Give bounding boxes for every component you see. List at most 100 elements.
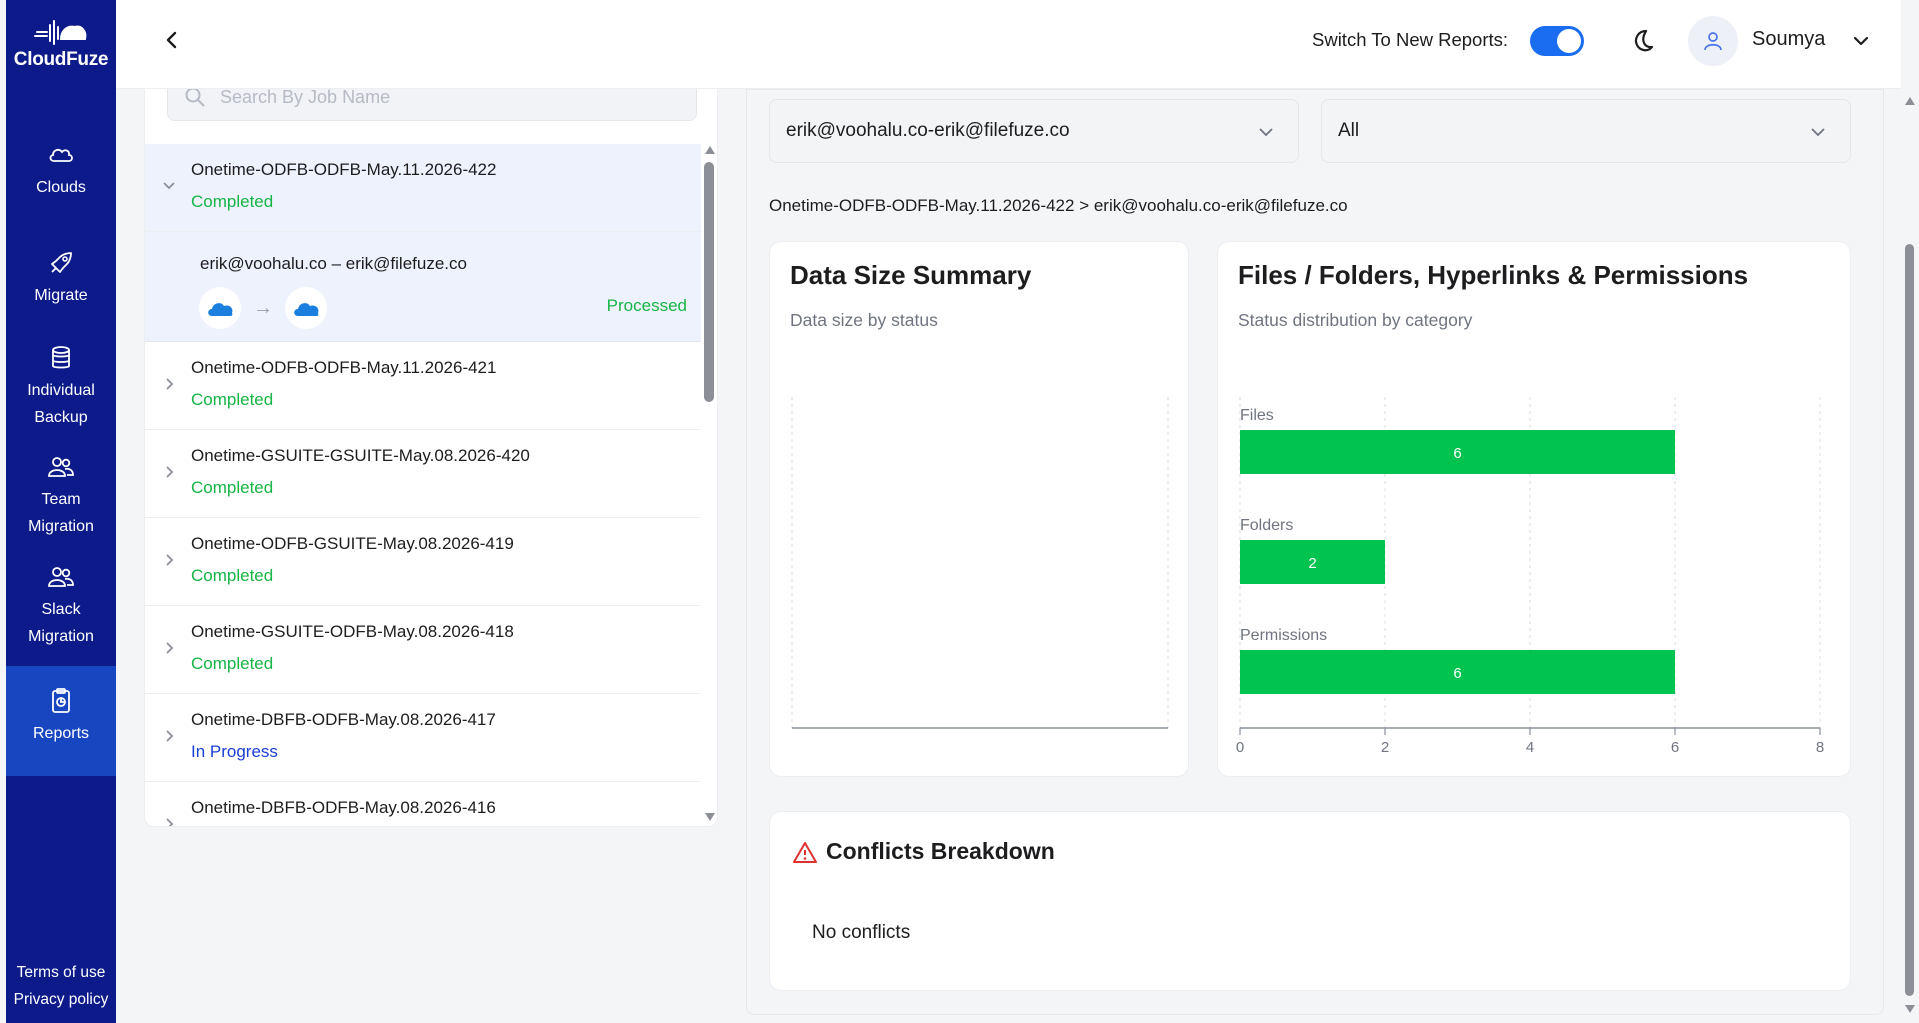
job-status: Completed xyxy=(191,478,274,497)
page-scrollbar[interactable] xyxy=(1901,89,1919,1023)
status-bar-chart: 0 2 4 6 8 Files 6 Folders 2 Permissions 6 xyxy=(1236,397,1824,756)
sidebar-item-label: Individual Backup xyxy=(27,382,95,426)
chevron-down-icon xyxy=(1259,128,1273,137)
chevron-right-icon[interactable] xyxy=(161,816,177,827)
job-status: In Progress xyxy=(191,742,278,761)
privacy-link[interactable]: Privacy policy xyxy=(6,986,116,1013)
category-select[interactable]: All xyxy=(1321,99,1851,163)
job-name: Onetime-ODFB-ODFB-May.11.2026-422 xyxy=(191,160,497,179)
cloud-icon xyxy=(49,148,73,162)
cloudfuze-logo[interactable]: CloudFuze xyxy=(6,0,116,88)
report-content: erik@voohalu.co-erik@filefuze.co All One… xyxy=(746,89,1884,1015)
top-bar: Switch To New Reports: Soumya xyxy=(116,0,1901,89)
job-list-panel: Search By Job Name Onetime-ODFB-ODFB-May… xyxy=(144,89,718,827)
onedrive-icon xyxy=(294,303,319,316)
sidebar-item-label: Slack Migration xyxy=(28,601,94,645)
destination-cloud-badge xyxy=(285,287,327,329)
job-status: Completed xyxy=(191,192,274,211)
bar-value-label: 6 xyxy=(1453,665,1461,682)
category-value: All xyxy=(1338,120,1360,141)
report-icon xyxy=(52,688,70,713)
bar-value-label: 6 xyxy=(1453,445,1461,462)
rocket-icon xyxy=(51,252,72,273)
breadcrumb: Onetime-ODFB-ODFB-May.11.2026-422 > erik… xyxy=(769,196,1348,215)
scroll-up-icon[interactable] xyxy=(1905,97,1915,105)
job-row[interactable]: Onetime-DBFB-ODFB-May.08.2026-416 xyxy=(145,782,701,827)
conflicts-breakdown-card: Conflicts Breakdown No conflicts xyxy=(769,811,1851,991)
data-size-summary-card: Data Size Summary Data size by status xyxy=(769,241,1189,777)
job-status: Completed xyxy=(191,390,274,409)
dark-mode-icon[interactable] xyxy=(1628,27,1656,55)
search-icon xyxy=(185,89,205,107)
scroll-down-icon[interactable] xyxy=(705,813,715,821)
data-size-chart xyxy=(791,397,1169,729)
team-icon xyxy=(48,567,74,587)
job-name: Onetime-DBFB-ODFB-May.08.2026-417 xyxy=(191,710,496,729)
chevron-right-icon[interactable] xyxy=(161,376,177,392)
sidebar-item-clouds[interactable]: Clouds xyxy=(6,140,116,201)
job-row[interactable]: Onetime-ODFB-GSUITE-May.08.2026-419 Comp… xyxy=(145,518,701,606)
chevron-right-icon[interactable] xyxy=(161,464,177,480)
job-list: Onetime-ODFB-ODFB-May.11.2026-422 Comple… xyxy=(145,144,701,827)
job-row[interactable]: Onetime-ODFB-ODFB-May.11.2026-422 Comple… xyxy=(145,144,701,232)
user-pair-value: erik@voohalu.co-erik@filefuze.co xyxy=(786,120,1070,141)
user-pair-select[interactable]: erik@voohalu.co-erik@filefuze.co xyxy=(769,99,1299,163)
sidebar-item-team-migration[interactable]: Team Migration xyxy=(6,452,116,540)
sidebar-footer: Terms of use Privacy policy xyxy=(6,959,116,1013)
job-status: Completed xyxy=(191,566,274,585)
x-tick-label: 4 xyxy=(1526,739,1534,756)
category-label: Permissions xyxy=(1240,627,1327,644)
job-name: Onetime-ODFB-ODFB-May.11.2026-421 xyxy=(191,358,497,377)
bar-value-label: 2 xyxy=(1308,555,1316,572)
chevron-right-icon[interactable] xyxy=(161,640,177,656)
job-row[interactable]: Onetime-ODFB-ODFB-May.11.2026-421 Comple… xyxy=(145,342,701,430)
scroll-thumb[interactable] xyxy=(1905,244,1914,996)
job-search-input[interactable]: Search By Job Name xyxy=(167,89,697,121)
job-list-scrollbar[interactable] xyxy=(701,144,717,826)
warning-icon xyxy=(793,842,817,863)
x-tick-label: 2 xyxy=(1381,739,1389,756)
search-placeholder: Search By Job Name xyxy=(220,89,391,107)
logo-mark-icon xyxy=(34,20,87,45)
job-row[interactable]: Onetime-DBFB-ODFB-May.08.2026-417 In Pro… xyxy=(145,694,701,782)
switch-reports-label: Switch To New Reports: xyxy=(1312,29,1509,50)
no-conflicts-message: No conflicts xyxy=(812,922,911,943)
user-icon xyxy=(1704,32,1722,51)
team-icon xyxy=(48,457,74,477)
job-name: Onetime-GSUITE-GSUITE-May.08.2026-420 xyxy=(191,446,530,465)
sidebar-item-label: Reports xyxy=(32,725,90,742)
chevron-down-icon[interactable] xyxy=(161,178,177,194)
sidebar-item-individual-backup[interactable]: Individual Backup xyxy=(6,343,116,431)
chevron-right-icon[interactable] xyxy=(161,728,177,744)
username[interactable]: Soumya xyxy=(1752,28,1825,51)
onedrive-icon xyxy=(208,303,233,316)
cloud-route: → xyxy=(199,287,327,329)
terms-link[interactable]: Terms of use xyxy=(6,959,116,986)
database-icon xyxy=(52,346,70,369)
source-cloud-badge xyxy=(199,287,241,329)
card-title: Conflicts Breakdown xyxy=(826,838,1055,864)
sidebar-item-slack-migration[interactable]: Slack Migration xyxy=(6,562,116,650)
sidebar: CloudFuze Clouds Migrate Individual Back… xyxy=(6,0,116,1023)
back-arrow-icon[interactable] xyxy=(160,28,184,52)
job-row[interactable]: Onetime-GSUITE-GSUITE-May.08.2026-420 Co… xyxy=(145,430,701,518)
sidebar-item-label: Clouds xyxy=(36,179,86,196)
chevron-down-icon[interactable] xyxy=(1850,30,1872,52)
job-row[interactable]: Onetime-GSUITE-ODFB-May.08.2026-418 Comp… xyxy=(145,606,701,694)
scroll-thumb[interactable] xyxy=(704,162,714,402)
x-tick-label: 0 xyxy=(1236,739,1244,756)
job-name: Onetime-GSUITE-ODFB-May.08.2026-418 xyxy=(191,622,514,641)
sidebar-item-migrate[interactable]: Migrate xyxy=(6,248,116,309)
avatar[interactable] xyxy=(1688,16,1738,66)
chevron-right-icon[interactable] xyxy=(161,552,177,568)
category-label: Files xyxy=(1240,407,1274,424)
chevron-down-icon xyxy=(1811,128,1825,137)
scroll-down-icon[interactable] xyxy=(1905,1005,1915,1013)
job-name: Onetime-ODFB-GSUITE-May.08.2026-419 xyxy=(191,534,514,553)
new-reports-toggle[interactable] xyxy=(1530,26,1584,56)
sidebar-item-reports[interactable]: Reports xyxy=(6,666,116,776)
brand-name: CloudFuze xyxy=(13,49,109,70)
job-detail-row[interactable]: erik@voohalu.co – erik@filefuze.co → Pro… xyxy=(145,232,701,342)
scroll-up-icon[interactable] xyxy=(705,146,715,154)
arrow-right-icon: → xyxy=(253,296,273,319)
